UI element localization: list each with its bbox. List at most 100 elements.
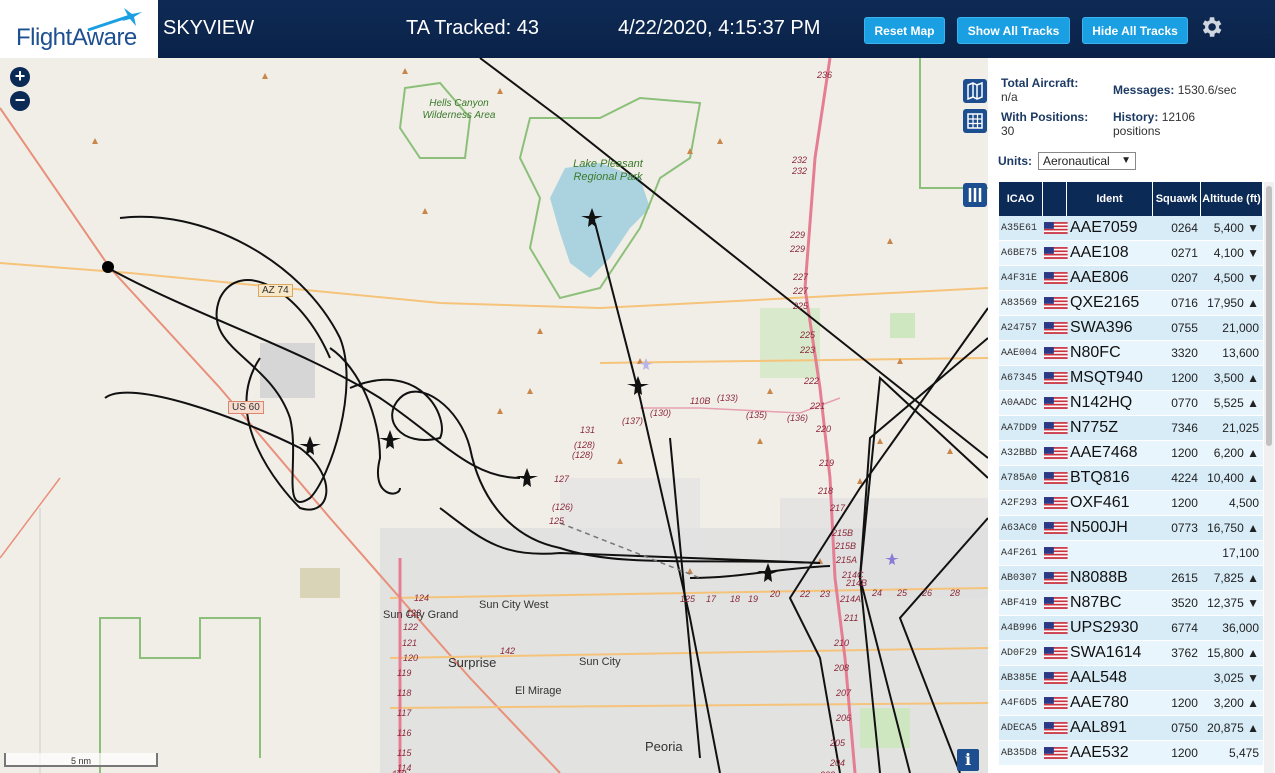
squawk-cell: 0264 — [1171, 221, 1198, 235]
map-area[interactable]: Hells Canyon Wilderness Area Lake Pleasa… — [0, 58, 988, 773]
panel-toggle-button[interactable] — [963, 183, 987, 207]
history-label: History: — [1113, 110, 1159, 124]
road-number-label: 229 — [790, 244, 806, 254]
zoom-out-button[interactable]: − — [10, 91, 30, 111]
ident-cell: BTQ816 — [1069, 469, 1130, 486]
tracked-count: TA Tracked: 43 — [406, 17, 540, 39]
column-header-ident[interactable]: Ident — [1067, 182, 1153, 216]
icao-cell: ABF419 — [1001, 597, 1038, 609]
road-number-label: 220 — [816, 424, 832, 434]
road-number-label: 26 — [922, 588, 933, 598]
table-row[interactable]: A35E61 AAE7059 0264 5,400 ▼ — [999, 216, 1263, 241]
road-number-label: 214B — [846, 578, 868, 588]
road-number-label: 210 — [834, 638, 850, 648]
us-flag-icon — [1044, 622, 1068, 634]
altitude-cell: 5,475 — [1228, 746, 1259, 760]
messages-value: 1530.6/sec — [1177, 83, 1237, 97]
map-layers-button[interactable] — [963, 79, 987, 103]
table-row[interactable]: A0AADC N142HQ 0770 5,525 ▲ — [999, 391, 1263, 416]
ident-cell: AAL548 — [1069, 669, 1127, 686]
table-row[interactable]: A4F6D5 AAE780 1200 3,200 ▲ — [999, 691, 1263, 716]
table-row[interactable]: ABF419 N87BC 3520 12,375 ▼ — [999, 591, 1263, 616]
table-row[interactable]: AB0307 N8088B 2615 7,825 ▲ — [999, 566, 1263, 591]
squawk-cell: 3520 — [1171, 596, 1198, 610]
road-number-label: 115 — [397, 748, 412, 758]
table-row[interactable]: AB385E AAL548 3,025 ▼ — [999, 666, 1263, 691]
map-label-sun-city: Sun City — [579, 656, 621, 668]
info-button[interactable]: i — [957, 749, 979, 771]
table-row[interactable]: A83569 QXE2165 0716 17,950 ▲ — [999, 291, 1263, 316]
total-aircraft-stat: Total Aircraft: n/a — [1001, 76, 1078, 104]
hide-all-tracks-button[interactable]: Hide All Tracks — [1082, 17, 1188, 44]
road-number-label: 211 — [844, 613, 859, 623]
map-scale: 5 nm — [4, 753, 158, 767]
squawk-cell: 4224 — [1171, 471, 1198, 485]
squawk-cell: 1200 — [1171, 696, 1198, 710]
reset-map-button[interactable]: Reset Map — [864, 17, 945, 44]
page-title: SKYVIEW — [163, 17, 255, 39]
ident-cell: AAE806 — [1069, 269, 1129, 286]
road-number-label: 18 — [730, 594, 741, 604]
table-row[interactable]: AA7DD9 N775Z 7346 21,025 — [999, 416, 1263, 441]
ident-cell: AAE108 — [1069, 244, 1129, 261]
ident-cell: N8088B — [1069, 569, 1128, 586]
ident-cell: OXF461 — [1069, 494, 1130, 511]
ident-cell: SWA1614 — [1069, 644, 1142, 661]
flightaware-logo[interactable]: FlightAware — [0, 0, 158, 58]
altitude-cell: 15,800 ▲ — [1207, 646, 1259, 660]
table-row[interactable]: AD0F29 SWA1614 3762 15,800 ▲ — [999, 641, 1263, 666]
icao-cell: A32BBD — [1001, 447, 1038, 459]
map-label-el-mirage: El Mirage — [515, 685, 562, 697]
plane-logo-icon — [87, 8, 142, 32]
table-row[interactable]: A4F261 17,100 — [999, 541, 1263, 566]
road-number-label: 131 — [580, 425, 596, 435]
zoom-in-button[interactable]: + — [10, 67, 30, 87]
altitude-cell: 36,000 — [1222, 621, 1259, 635]
us-flag-icon — [1044, 497, 1068, 509]
icao-cell: A2F293 — [1001, 497, 1038, 509]
column-header-icao[interactable]: ICAO — [999, 182, 1043, 216]
road-number-label: 218 — [818, 486, 834, 496]
gear-icon[interactable] — [1198, 14, 1224, 40]
table-row[interactable]: A32BBD AAE7468 1200 6,200 ▲ — [999, 441, 1263, 466]
table-row[interactable]: AB35D8 AAE532 1200 5,475 — [999, 741, 1263, 766]
altitude-cell: 6,200 ▲ — [1213, 446, 1259, 460]
table-row[interactable]: A4B996 UPS2930 6774 36,000 — [999, 616, 1263, 641]
squawk-cell: 0770 — [1171, 396, 1198, 410]
scrollbar-thumb[interactable] — [1266, 186, 1272, 446]
table-row[interactable]: ADECA5 AAL891 0750 20,875 ▲ — [999, 716, 1263, 741]
table-row[interactable]: AAE004 N80FC 3320 13,600 — [999, 341, 1263, 366]
icao-cell: AB0307 — [1001, 572, 1038, 584]
road-number-label: 225 — [793, 301, 809, 311]
column-header-altitude[interactable]: Altitude (ft) — [1201, 182, 1263, 216]
ident-cell: N80FC — [1069, 344, 1121, 361]
road-number-label: 127 — [554, 474, 570, 484]
us-flag-icon — [1044, 597, 1068, 609]
road-number-label: 120 — [403, 653, 419, 663]
road-number-label: 215B — [832, 528, 854, 538]
altitude-cell: 5,525 ▲ — [1213, 396, 1259, 410]
ident-cell: N500JH — [1069, 519, 1128, 536]
table-row[interactable]: A2F293 OXF461 1200 4,500 — [999, 491, 1263, 516]
table-row[interactable]: A4F31E AAE806 0207 4,500 ▼ — [999, 266, 1263, 291]
icao-cell: A0AADC — [1001, 397, 1038, 409]
table-row[interactable]: A63AC0 N500JH 0773 16,750 ▲ — [999, 516, 1263, 541]
grid-icon — [967, 113, 983, 129]
icao-cell: A785A0 — [1001, 472, 1038, 484]
road-number-label: 22 — [800, 589, 811, 599]
road-number-label: 118 — [397, 688, 412, 698]
altitude-cell: 13,600 — [1222, 346, 1259, 360]
road-number-label: (128) — [572, 450, 594, 460]
road-number-label: 227 — [793, 272, 809, 282]
road-number-label: 229 — [790, 230, 806, 240]
table-row[interactable]: A24757 SWA396 0755 21,000 — [999, 316, 1263, 341]
grid-toggle-button[interactable] — [963, 109, 987, 133]
units-select[interactable]: Aeronautical ▼ — [1038, 152, 1136, 170]
us-flag-icon — [1044, 672, 1068, 684]
show-all-tracks-button[interactable]: Show All Tracks — [957, 17, 1070, 44]
table-row[interactable]: A785A0 BTQ816 4224 10,400 ▲ — [999, 466, 1263, 491]
table-row[interactable]: A6BE75 AAE108 0271 4,100 ▼ — [999, 241, 1263, 266]
history-stat: History: 12106 positions — [1113, 110, 1223, 138]
column-header-squawk[interactable]: Squawk — [1153, 182, 1201, 216]
table-row[interactable]: A67345 MSQT940 1200 3,500 ▲ — [999, 366, 1263, 391]
